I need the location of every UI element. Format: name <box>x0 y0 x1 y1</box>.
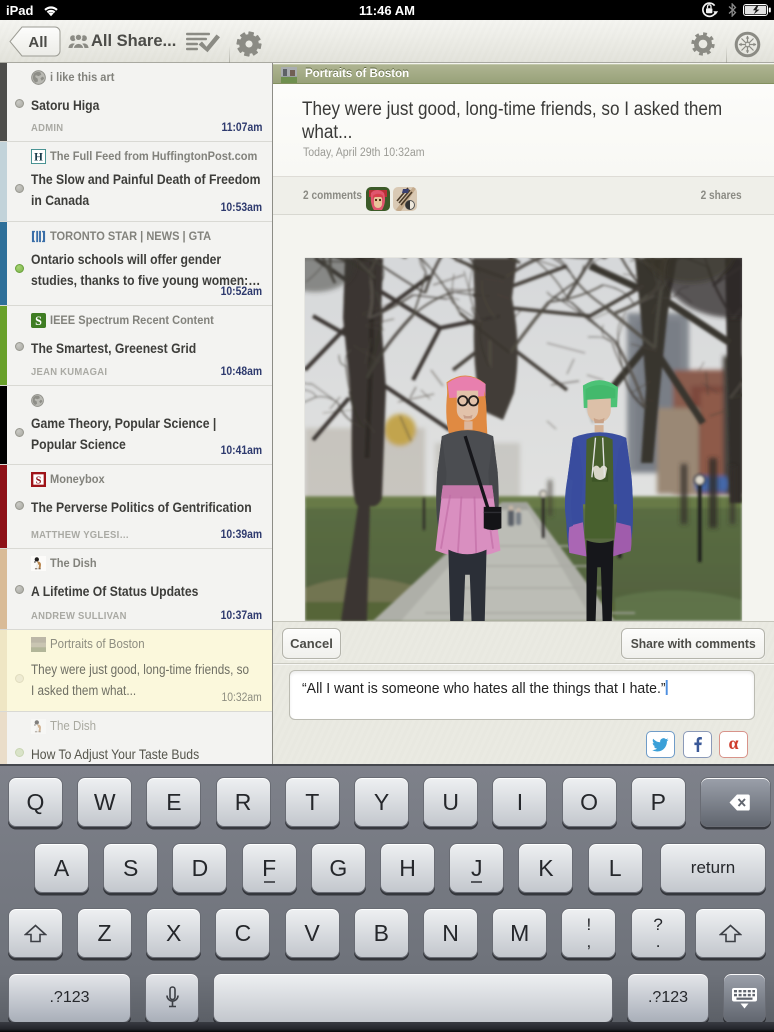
svg-text:S: S <box>36 475 42 486</box>
svg-text:H: H <box>34 151 43 163</box>
svg-text:All: All <box>28 34 47 51</box>
svg-text:S: S <box>35 314 42 328</box>
